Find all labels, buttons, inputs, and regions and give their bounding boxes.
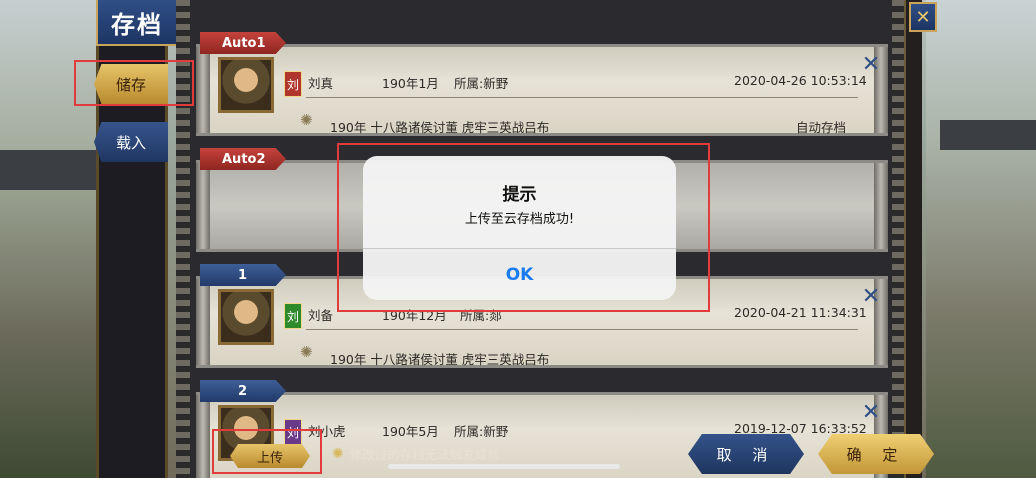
scenario-name: 190年 十八路诸侯讨董 虎牢三英战吕布 xyxy=(330,120,550,135)
right-rail xyxy=(904,0,922,478)
character-portrait xyxy=(218,57,274,113)
background-roof xyxy=(940,120,1036,150)
slot-tag: Auto1 xyxy=(200,32,286,54)
save-screen-title: 存档 xyxy=(96,0,178,46)
character-name: 刘真 xyxy=(308,76,334,91)
confirm-button-label: 确 定 xyxy=(846,445,906,464)
achievement-hint-text: 修改过的存档无法触发成就 xyxy=(349,447,500,462)
highlight-box-upload xyxy=(212,429,322,474)
close-x-icon: ✕ xyxy=(915,6,931,28)
tab-load-label: 载入 xyxy=(115,133,146,152)
autosave-note: 自动存档 xyxy=(796,120,847,135)
saved-timestamp: 2020-04-21 11:34:31 xyxy=(734,305,867,320)
cancel-button[interactable]: 取 消 xyxy=(688,434,804,474)
affiliation: 所属:新野 xyxy=(454,424,509,439)
highlight-box-dialog xyxy=(337,143,710,312)
fan-icon: ✕ xyxy=(861,283,881,309)
slot-scroll: 刘 刘真 190年1月 所属:新野 2020-04-26 10:53:14 ✺ … xyxy=(196,44,888,136)
achievement-hint: ✺ 修改过的存档无法触发成就 xyxy=(332,444,500,463)
game-date: 190年5月 xyxy=(382,424,439,439)
saved-timestamp: 2019-12-07 16:33:52 xyxy=(734,421,867,436)
slot-tag: 2 xyxy=(200,380,286,402)
slot-tag: 1 xyxy=(200,264,286,286)
gear-icon: ✺ xyxy=(300,343,313,361)
gear-icon: ✺ xyxy=(300,111,313,129)
confirm-button[interactable]: 确 定 xyxy=(818,434,934,474)
scenario-name: 190年 十八路诸侯讨董 虎牢三英战吕布 xyxy=(330,352,550,367)
slot-tag: Auto2 xyxy=(200,148,286,170)
saved-timestamp: 2020-04-26 10:53:14 xyxy=(734,73,867,88)
slot-divider xyxy=(306,329,858,330)
faction-badge: 刘 xyxy=(284,303,302,329)
character-name: 刘备 xyxy=(308,308,334,323)
gear-icon: ✺ xyxy=(332,445,344,462)
page-title: 存档 xyxy=(111,9,163,39)
save-slot-auto1[interactable]: 刘 刘真 190年1月 所属:新野 2020-04-26 10:53:14 ✺ … xyxy=(196,32,888,144)
background-roof xyxy=(0,150,96,190)
highlight-box-save-tab xyxy=(74,60,194,106)
tab-load[interactable]: 载入 xyxy=(94,122,168,162)
fan-icon: ✕ xyxy=(861,399,881,425)
close-button[interactable]: ✕ xyxy=(909,2,937,32)
affiliation: 所属:新野 xyxy=(454,76,509,91)
character-portrait xyxy=(218,289,274,345)
game-date: 190年1月 xyxy=(382,76,439,91)
faction-badge: 刘 xyxy=(284,71,302,97)
background-scenery-right xyxy=(926,0,1036,478)
cancel-button-label: 取 消 xyxy=(716,445,776,464)
slot-divider xyxy=(306,97,858,98)
home-indicator[interactable] xyxy=(388,464,620,469)
fan-icon: ✕ xyxy=(861,51,881,77)
